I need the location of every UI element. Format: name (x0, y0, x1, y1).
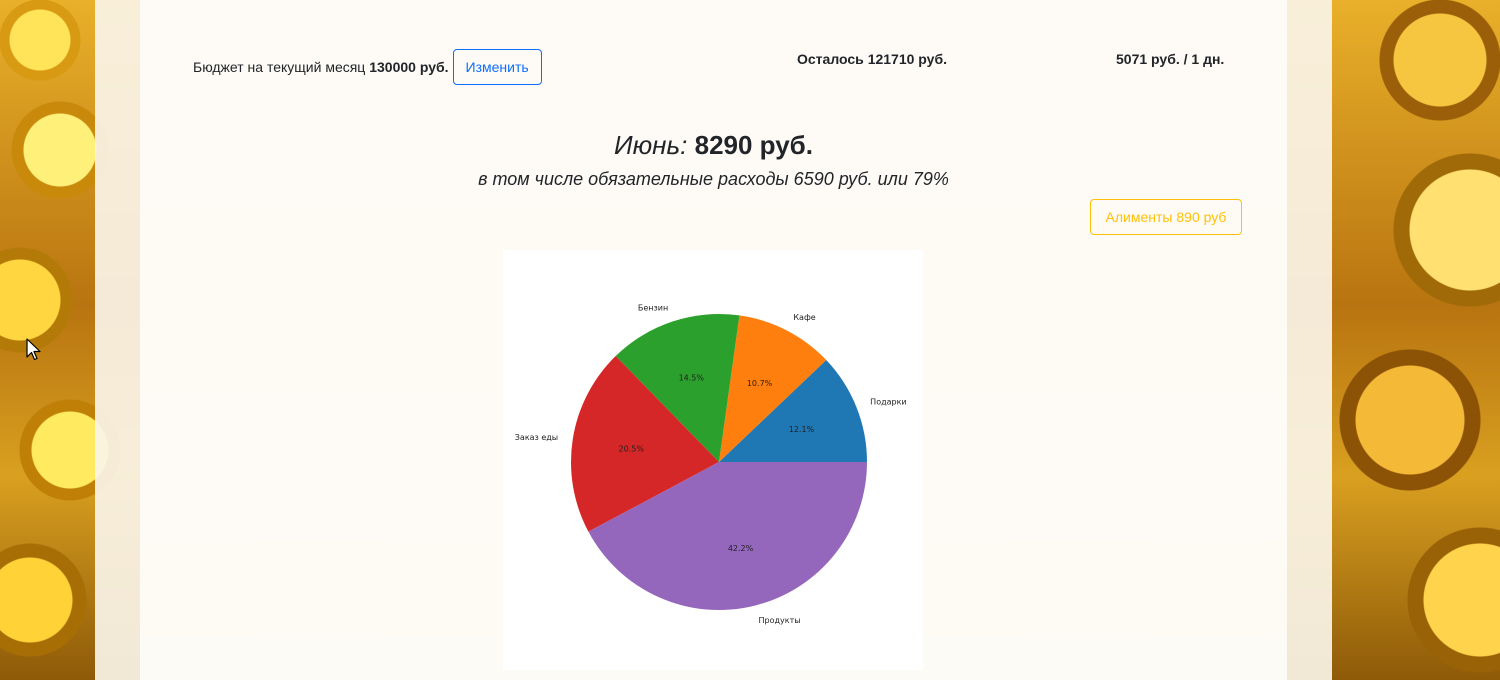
pie-category-label-0: Подарки (870, 398, 906, 407)
pie-percent-label-1: 10.7% (747, 379, 773, 388)
budget-value: 130000 руб. (369, 59, 449, 75)
remaining-info: Осталось 121710 руб. (797, 51, 947, 67)
alimony-button[interactable]: Алименты 890 руб (1090, 199, 1242, 235)
month-name: Июнь: (614, 130, 688, 160)
pie-percent-label-3: 20.5% (619, 444, 645, 453)
edit-budget-button[interactable]: Изменить (452, 49, 542, 85)
pie-category-label-1: Кафе (793, 313, 815, 322)
remaining-value: 121710 руб. (867, 51, 947, 67)
budget-info: Бюджет на текущий месяц 130000 руб. Изме… (193, 49, 542, 85)
per-day-allowance: 5071 руб. / 1 дн. (1116, 51, 1225, 67)
pie-chart-svg: 12.1% Подарки 10.7% Кафе 14.5% Бензин 20.5% Зак… (515, 303, 907, 625)
mandatory-expenses-note: в том числе обязательные расходы 6590 ру… (478, 169, 949, 189)
pie-category-label-4: Продукты (758, 616, 800, 625)
expenses-pie-chart: 12.1% Подарки 10.7% Кафе 14.5% Бензин 20.5% Зак… (503, 250, 923, 670)
pie-percent-label-0: 12.1% (789, 425, 815, 434)
pie-percent-label-2: 14.5% (679, 374, 705, 383)
pie-category-label-2: Бензин (638, 303, 668, 312)
mouse-pointer-icon (26, 338, 41, 361)
month-total: 8290 руб. (694, 130, 813, 160)
budget-label: Бюджет на текущий месяц (193, 59, 366, 75)
pie-percent-label-4: 42.2% (728, 544, 754, 553)
month-total-heading: Июнь: 8290 руб. (140, 130, 1287, 161)
pie-category-label-3: Заказ еды (515, 433, 558, 442)
remaining-label: Осталось (797, 51, 864, 67)
